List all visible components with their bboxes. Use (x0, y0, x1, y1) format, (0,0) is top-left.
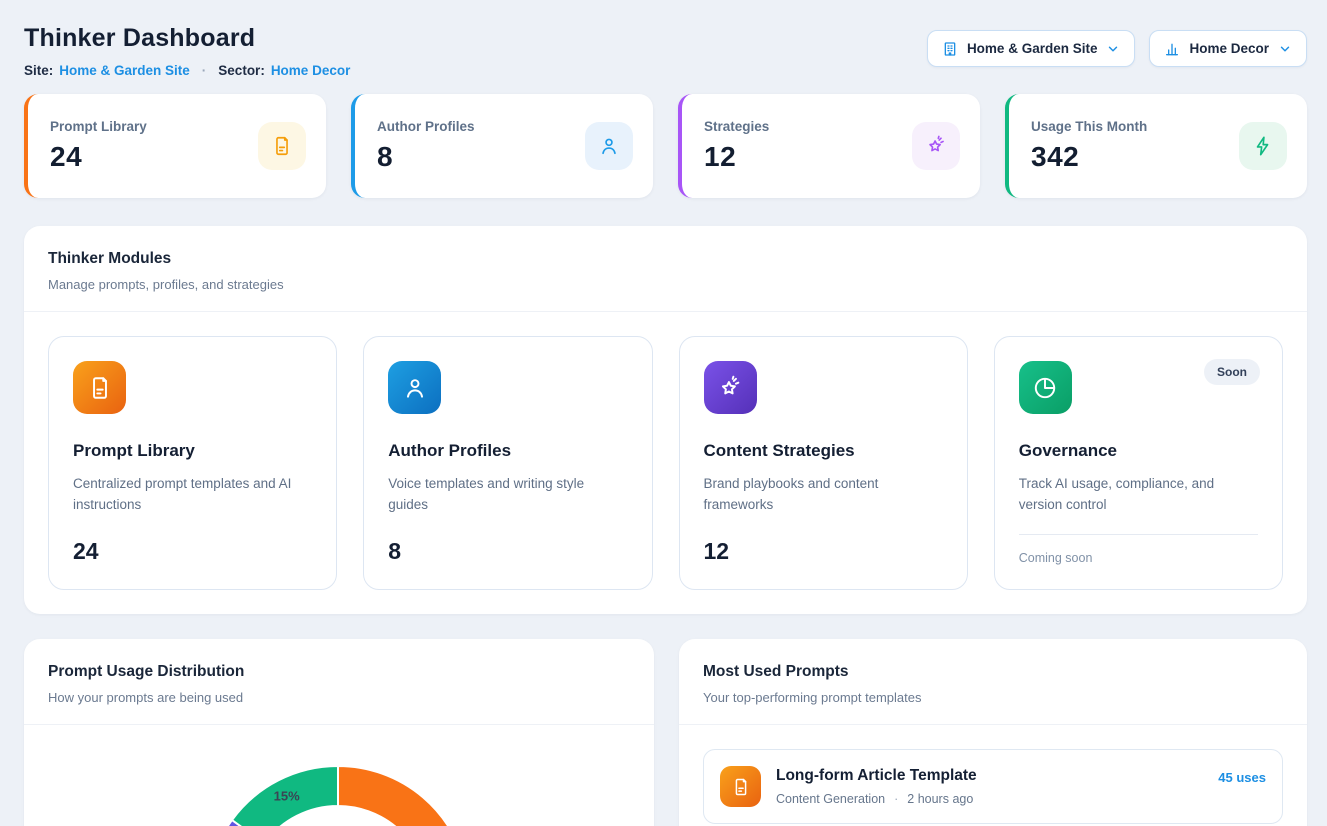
site-selector-dropdown[interactable]: Home & Garden Site (927, 30, 1136, 67)
donut-chart: 15% (24, 725, 654, 826)
sparkle-star-icon (704, 361, 757, 414)
module-card-content-strategies[interactable]: Content Strategies Brand playbooks and c… (679, 336, 968, 590)
stat-value: 12 (704, 141, 769, 173)
most-used-prompts-card: Most Used Prompts Your top-performing pr… (679, 639, 1307, 826)
soon-badge: Soon (1204, 359, 1260, 385)
module-count: 24 (73, 538, 312, 565)
stat-card-author-profiles: Author Profiles 8 (351, 94, 653, 198)
stat-label: Usage This Month (1031, 119, 1147, 134)
page-title: Thinker Dashboard (24, 24, 350, 53)
module-title: Content Strategies (704, 441, 943, 461)
module-count: 8 (388, 538, 627, 565)
sparkle-star-icon (912, 122, 960, 170)
site-link[interactable]: Home & Garden Site (59, 63, 190, 78)
stats-row: Prompt Library 24 Author Profiles 8 Stra… (24, 94, 1307, 198)
coming-soon-text: Coming soon (1019, 535, 1258, 565)
module-title: Author Profiles (388, 441, 627, 461)
stat-value: 8 (377, 141, 475, 173)
document-icon (73, 361, 126, 414)
prompt-usage-card: Prompt Usage Distribution How your promp… (24, 639, 654, 826)
modules-section-header: Thinker Modules Manage prompts, profiles… (24, 226, 1307, 312)
prompts-card-header: Most Used Prompts Your top-performing pr… (679, 639, 1307, 725)
usage-card-header: Prompt Usage Distribution How your promp… (24, 639, 654, 725)
document-icon (720, 766, 761, 807)
prompt-time: 2 hours ago (907, 792, 973, 806)
prompts-card-subtitle: Your top-performing prompt templates (703, 690, 1283, 705)
stat-label: Prompt Library (50, 119, 147, 134)
stat-card-usage: Usage This Month 342 (1005, 94, 1307, 198)
module-description: Brand playbooks and content frameworks (704, 474, 943, 516)
module-description: Track AI usage, compliance, and version … (1019, 474, 1258, 516)
prompts-card-title: Most Used Prompts (703, 663, 1283, 681)
prompt-meta: Content Generation · 2 hours ago (776, 792, 1203, 806)
modules-section-subtitle: Manage prompts, profiles, and strategies (48, 277, 1283, 292)
page-header: Thinker Dashboard Site: Home & Garden Si… (24, 24, 1307, 78)
sector-selector-dropdown[interactable]: Home Decor (1149, 30, 1307, 67)
bar-chart-icon (1164, 41, 1180, 57)
module-card-prompt-library[interactable]: Prompt Library Centralized prompt templa… (48, 336, 337, 590)
bottom-row: Prompt Usage Distribution How your promp… (24, 639, 1307, 826)
prompt-uses-badge: 45 uses (1218, 770, 1266, 785)
stat-value: 342 (1031, 141, 1147, 173)
separator-dot: · (894, 792, 898, 806)
stat-value: 24 (50, 141, 147, 173)
module-description: Centralized prompt templates and AI inst… (73, 474, 312, 516)
sector-selector-label: Home Decor (1189, 41, 1269, 56)
module-description: Voice templates and writing style guides (388, 474, 627, 516)
header-titles: Thinker Dashboard Site: Home & Garden Si… (24, 24, 350, 78)
module-title: Prompt Library (73, 441, 312, 461)
pie-chart-icon (1019, 361, 1072, 414)
donut-chart-svg: 15% (24, 725, 654, 826)
stat-card-strategies: Strategies 12 (678, 94, 980, 198)
usage-card-title: Prompt Usage Distribution (48, 663, 630, 681)
usage-card-subtitle: How your prompts are being used (48, 690, 630, 705)
lightning-icon (1239, 122, 1287, 170)
module-title: Governance (1019, 441, 1258, 461)
site-selector-label: Home & Garden Site (967, 41, 1098, 56)
thinker-modules-section: Thinker Modules Manage prompts, profiles… (24, 226, 1307, 614)
chevron-down-icon (1278, 42, 1292, 56)
modules-section-title: Thinker Modules (48, 250, 1283, 268)
stat-card-prompt-library: Prompt Library 24 (24, 94, 326, 198)
header-actions: Home & Garden Site Home Decor (927, 30, 1307, 67)
document-icon (258, 122, 306, 170)
chevron-down-icon (1106, 42, 1120, 56)
separator-dot: · (196, 63, 213, 78)
stat-label: Strategies (704, 119, 769, 134)
person-icon (388, 361, 441, 414)
breadcrumb: Site: Home & Garden Site · Sector: Home … (24, 63, 350, 78)
donut-slice (338, 766, 469, 826)
module-card-author-profiles[interactable]: Author Profiles Voice templates and writ… (363, 336, 652, 590)
person-icon (585, 122, 633, 170)
modules-grid: Prompt Library Centralized prompt templa… (24, 312, 1307, 614)
building-icon (942, 41, 958, 57)
sector-label: Sector: (218, 63, 265, 78)
prompt-list-item[interactable]: Long-form Article Template Content Gener… (703, 749, 1283, 824)
sector-link[interactable]: Home Decor (271, 63, 351, 78)
donut-slice-label: 15% (274, 788, 300, 803)
prompts-list: Long-form Article Template Content Gener… (679, 725, 1307, 826)
prompt-category: Content Generation (776, 792, 885, 806)
module-card-governance[interactable]: Soon Governance Track AI usage, complian… (994, 336, 1283, 590)
dashboard-page: Thinker Dashboard Site: Home & Garden Si… (0, 0, 1327, 826)
site-label: Site: (24, 63, 53, 78)
prompt-title: Long-form Article Template (776, 767, 1203, 785)
stat-label: Author Profiles (377, 119, 475, 134)
module-count: 12 (704, 538, 943, 565)
